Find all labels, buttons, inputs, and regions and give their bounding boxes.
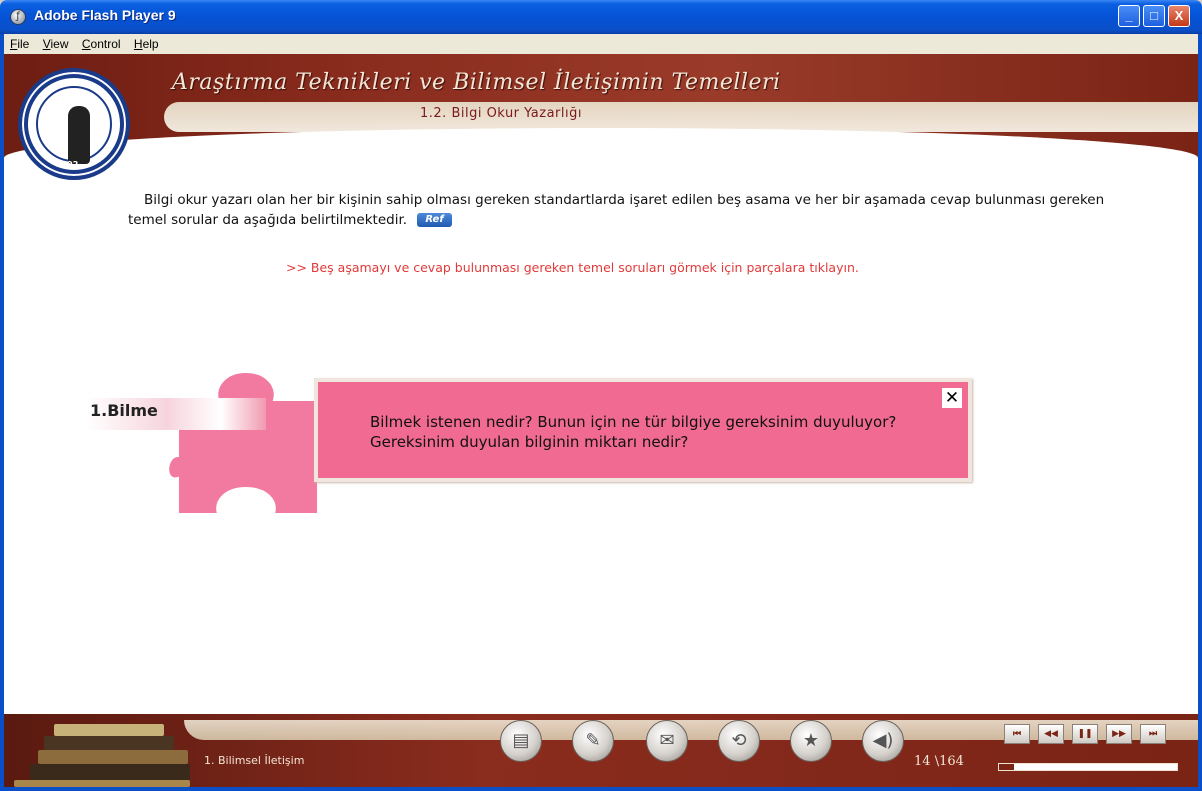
menu-file[interactable]: File (4, 34, 33, 51)
progress-fill (999, 764, 1015, 770)
footer-topic: 1. Bilimsel İletişim (204, 754, 305, 767)
last-page-button[interactable]: ⏭ (1140, 724, 1166, 744)
notes-icon[interactable]: ▤ (500, 720, 542, 762)
flash-stage: Araştırma Teknikleri ve Bilimsel İletişi… (4, 54, 1198, 787)
logo-figure-icon (68, 106, 90, 164)
window-frame-right (1198, 34, 1202, 791)
mail-icon[interactable]: ✉ (646, 720, 688, 762)
intro-paragraph: Bilgi okur yazarı olan her bir kişinin s… (128, 190, 1108, 230)
step-label[interactable]: 1.Bilme (90, 401, 158, 420)
maximize-button[interactable]: □ (1143, 5, 1165, 27)
star-icon[interactable]: ★ (790, 720, 832, 762)
refresh-icon[interactable]: ⟲ (718, 720, 760, 762)
window-titlebar[interactable]: ƒ Adobe Flash Player 9 _ □ X (0, 0, 1202, 34)
info-popup: Bilmek istenen nedir? Bunun için ne tür … (314, 378, 972, 482)
section-title: 1.2. Bilgi Okur Yazarlığı (420, 106, 582, 121)
instruction-text: >> Beş aşamayı ve cevap bulunması gereke… (286, 260, 859, 275)
university-logo: 1992 (18, 68, 130, 180)
window-title: Adobe Flash Player 9 (34, 7, 176, 23)
menu-help[interactable]: Help (128, 34, 163, 51)
first-page-button[interactable]: ⏮ (1004, 724, 1030, 744)
next-page-button[interactable]: ▶▶ (1106, 724, 1132, 744)
flash-player-icon: ƒ (10, 9, 26, 25)
popup-text: Bilmek istenen nedir? Bunun için ne tür … (370, 413, 897, 451)
pause-button[interactable]: ❚❚ (1072, 724, 1098, 744)
window-frame-bottom (0, 787, 1202, 791)
ref-button[interactable]: Ref (417, 213, 452, 227)
page-total: \164 (934, 754, 964, 769)
logo-emblem (36, 86, 112, 164)
minimize-button[interactable]: _ (1118, 5, 1140, 27)
previous-page-button[interactable]: ◀◀ (1038, 724, 1064, 744)
intro-text: Bilgi okur yazarı olan her bir kişinin s… (128, 192, 1105, 228)
progress-bar[interactable] (998, 763, 1178, 771)
course-header: Araştırma Teknikleri ve Bilimsel İletişi… (4, 54, 1198, 188)
menu-view[interactable]: View (37, 34, 73, 51)
speaker-icon[interactable]: ◀) (862, 720, 904, 762)
books-illustration (14, 716, 194, 787)
course-title: Araştırma Teknikleri ve Bilimsel İletişi… (172, 70, 781, 95)
close-window-button[interactable]: X (1168, 5, 1190, 27)
menu-control[interactable]: Control (76, 34, 125, 51)
logo-year: 1992 (56, 160, 79, 169)
page-counter: 14 \164 (914, 754, 964, 769)
page-current: 14 (914, 754, 931, 769)
menu-bar: File View Control Help (4, 34, 1198, 54)
edit-icon[interactable]: ✎ (572, 720, 614, 762)
header-wave (4, 128, 1198, 188)
popup-close-button[interactable]: ✕ (942, 388, 962, 408)
